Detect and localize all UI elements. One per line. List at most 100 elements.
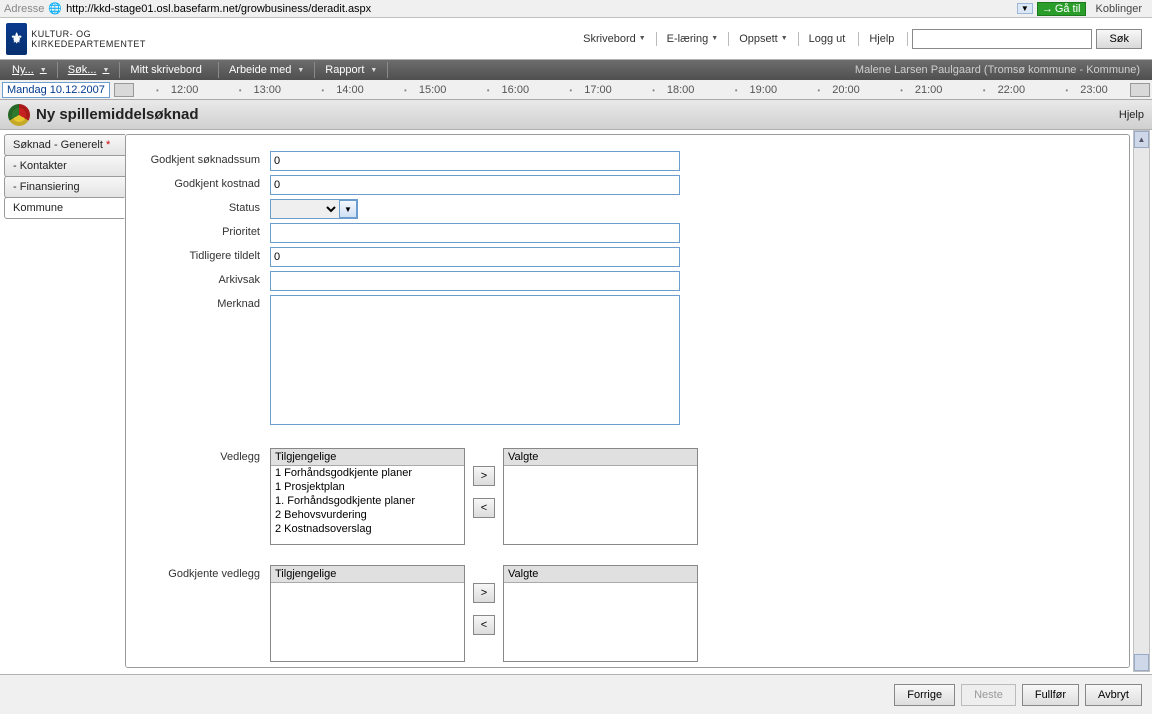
timeline-hour: 22:00 <box>963 84 1046 96</box>
input-tidligere-tildelt[interactable] <box>270 247 680 267</box>
tab-kommune[interactable]: Kommune <box>4 197 125 219</box>
timeline-hour: 15:00 <box>384 84 467 96</box>
toolbar-mittskrivebord[interactable]: Mitt skrivebord <box>122 60 216 80</box>
ie-icon: 🌐 <box>48 2 62 15</box>
timeline-hour: 14:00 <box>301 84 384 96</box>
list-item[interactable]: 2 Kostnadsoverslag <box>271 522 464 536</box>
search-button[interactable]: Søk <box>1096 29 1142 49</box>
site-header: ⚜ Kultur- og Kirkedepartementet Skrivebo… <box>0 18 1152 60</box>
separator <box>656 32 657 46</box>
chevron-down-icon[interactable]: ▼ <box>339 200 357 218</box>
menu-elaering[interactable]: E-læring <box>661 31 725 47</box>
separator <box>858 32 859 46</box>
browser-address-bar: Adresse 🌐 ▼ → Gå til Koblinger <box>0 0 1152 18</box>
timeline-date[interactable]: Mandag 10.12.2007 <box>2 82 110 98</box>
wizard-footer: Forrige Neste Fullfør Avbryt <box>0 674 1152 714</box>
separator <box>907 32 908 46</box>
page-icon <box>8 104 30 126</box>
menu-hjelp[interactable]: Hjelp <box>863 31 903 47</box>
godkjente-available-listbox[interactable]: Tilgjengelige <box>270 565 465 662</box>
move-left-button[interactable]: < <box>473 498 495 518</box>
input-godkjent-soknadssum[interactable] <box>270 151 680 171</box>
tab-soknad-generelt[interactable]: Søknad - Generelt * <box>4 134 125 156</box>
search-input[interactable] <box>912 29 1092 49</box>
move-right-button[interactable]: > <box>473 466 495 486</box>
toolbar-rapport[interactable]: Rapport <box>317 60 385 80</box>
timeline-hour: 21:00 <box>880 84 963 96</box>
cancel-button[interactable]: Avbryt <box>1085 684 1142 706</box>
timeline-hour: 19:00 <box>715 84 798 96</box>
dropdown-icon[interactable]: ▼ <box>1017 3 1033 14</box>
godkjente-selected-listbox[interactable]: Valgte <box>503 565 698 662</box>
timeline: Mandag 10.12.2007 12:00 13:00 14:00 15:0… <box>0 80 1152 100</box>
timeline-scroll-right[interactable] <box>1130 83 1150 97</box>
label-godkjent-kostnad: Godkjent kostnad <box>150 175 270 190</box>
address-label: Adresse <box>4 3 44 15</box>
listbox-header: Tilgjengelige <box>271 566 464 583</box>
listbox-header: Tilgjengelige <box>271 449 464 466</box>
toolbar-sok[interactable]: Søk... <box>60 60 118 80</box>
address-input[interactable] <box>66 2 786 16</box>
links-label[interactable]: Koblinger <box>1090 3 1148 15</box>
go-button[interactable]: → Gå til <box>1037 2 1086 16</box>
form-panel: Godkjent søknadssum Godkjent kostnad Sta… <box>125 134 1130 668</box>
label-tidligere-tildelt: Tidligere tildelt <box>150 247 270 262</box>
listbox-header: Valgte <box>504 566 697 583</box>
timeline-scroll-left[interactable] <box>114 83 134 97</box>
page-title: Ny spillemiddelsøknad <box>36 106 199 123</box>
vedlegg-selected-listbox[interactable]: Valgte <box>503 448 698 545</box>
scroll-up-icon[interactable]: ▲ <box>1134 131 1149 148</box>
top-menu: Skrivebord E-læring Oppsett Logg ut Hjel… <box>166 29 1146 49</box>
timeline-hour: 13:00 <box>219 84 302 96</box>
prev-button[interactable]: Forrige <box>894 684 955 706</box>
separator <box>728 32 729 46</box>
tab-finansiering[interactable]: - Finansiering <box>4 176 125 198</box>
scroll-down-icon[interactable] <box>1134 654 1149 671</box>
textarea-merknad[interactable] <box>270 295 680 425</box>
main-area: Søknad - Generelt * - Kontakter - Finans… <box>0 130 1152 672</box>
list-item[interactable]: 1. Forhåndsgodkjente planer <box>271 494 464 508</box>
list-item[interactable]: 1 Prosjektplan <box>271 480 464 494</box>
label-godkjente-vedlegg: Godkjente vedlegg <box>150 565 270 580</box>
label-vedlegg: Vedlegg <box>150 448 270 463</box>
input-godkjent-kostnad[interactable] <box>270 175 680 195</box>
logo: ⚜ Kultur- og Kirkedepartementet <box>6 23 166 55</box>
required-marker: * <box>106 139 110 151</box>
input-arkivsak[interactable] <box>270 271 680 291</box>
label-prioritet: Prioritet <box>150 223 270 238</box>
next-button: Neste <box>961 684 1016 706</box>
menu-loggut[interactable]: Logg ut <box>803 31 855 47</box>
timeline-hour: 17:00 <box>549 84 632 96</box>
page-help-link[interactable]: Hjelp <box>1119 109 1144 121</box>
menu-skrivebord[interactable]: Skrivebord <box>577 31 652 47</box>
list-item[interactable]: 1 Forhåndsgodkjente planer <box>271 466 464 480</box>
toolbar-arbeidemed[interactable]: Arbeide med <box>221 60 312 80</box>
vedlegg-available-listbox[interactable]: Tilgjengelige 1 Forhåndsgodkjente planer… <box>270 448 465 545</box>
separator <box>798 32 799 46</box>
input-prioritet[interactable] <box>270 223 680 243</box>
timeline-hour: 23:00 <box>1045 84 1128 96</box>
crest-icon: ⚜ <box>6 23 27 55</box>
timeline-hour: 20:00 <box>797 84 880 96</box>
label-godkjent-soknadssum: Godkjent søknadssum <box>150 151 270 166</box>
label-status: Status <box>150 199 270 214</box>
listbox-header: Valgte <box>504 449 697 466</box>
dept-name: Kultur- og Kirkedepartementet <box>31 29 166 49</box>
menu-oppsett[interactable]: Oppsett <box>733 31 793 47</box>
select-status[interactable] <box>271 200 339 218</box>
label-merknad: Merknad <box>150 295 270 310</box>
current-user: Malene Larsen Paulgaard (Tromsø kommune … <box>855 64 1148 76</box>
toolbar-ny[interactable]: Ny... <box>4 60 55 80</box>
timeline-hour: 12:00 <box>136 84 219 96</box>
timeline-ticks: 12:00 13:00 14:00 15:00 16:00 17:00 18:0… <box>136 80 1128 99</box>
list-item[interactable]: 2 Behovsvurdering <box>271 508 464 522</box>
finish-button[interactable]: Fullfør <box>1022 684 1079 706</box>
side-nav: Søknad - Generelt * - Kontakter - Finans… <box>0 130 125 672</box>
timeline-hour: 18:00 <box>632 84 715 96</box>
tab-kontakter[interactable]: - Kontakter <box>4 155 125 177</box>
vertical-scrollbar[interactable]: ▲ <box>1133 130 1150 672</box>
move-left-button[interactable]: < <box>473 615 495 635</box>
label-arkivsak: Arkivsak <box>150 271 270 286</box>
main-toolbar: Ny... Søk... Mitt skrivebord Arbeide med… <box>0 60 1152 80</box>
move-right-button[interactable]: > <box>473 583 495 603</box>
